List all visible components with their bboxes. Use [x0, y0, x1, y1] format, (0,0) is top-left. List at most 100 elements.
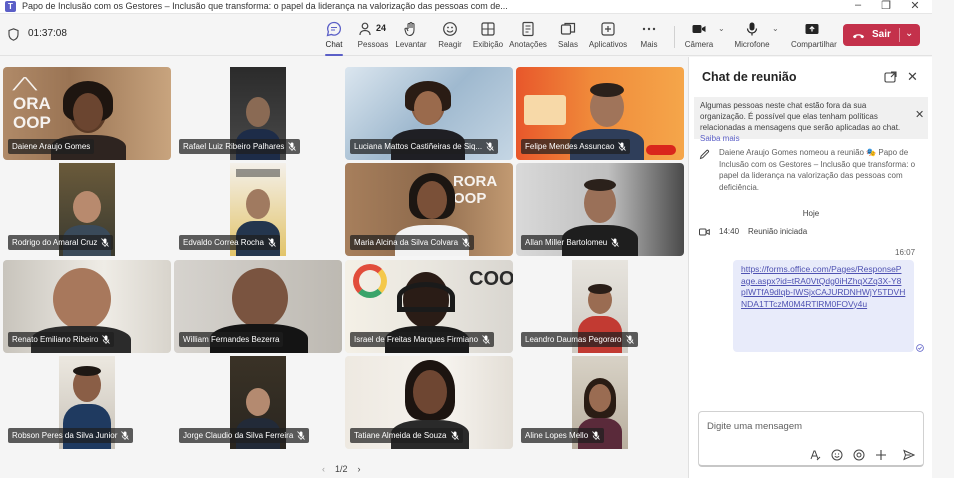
dismiss-banner-icon[interactable]: ✕ [915, 110, 924, 121]
participant-tile[interactable]: RORA OOP Maria Alcina da Silva Colvara [345, 163, 513, 256]
participant-face [246, 388, 270, 416]
react-icon [443, 22, 457, 36]
participant-name-label: Leandro Daumas Pegoraro [521, 332, 638, 347]
raise-hand-button[interactable]: Levantar [391, 19, 431, 53]
participant-face [73, 93, 103, 131]
react-label: Reagir [438, 40, 462, 49]
headphones-icon [397, 282, 455, 312]
notes-button[interactable]: Anotações [508, 19, 548, 53]
loop-component-icon[interactable] [853, 449, 865, 461]
participant-tile[interactable]: Edvaldo Correa Rocha [174, 163, 342, 256]
view-button[interactable]: Exibição [468, 19, 508, 53]
participant-face [246, 97, 270, 127]
participant-tile[interactable]: Luciana Mattos Castiñeiras de Siq... [345, 67, 513, 160]
view-icon [481, 22, 495, 36]
day-separator: Hoje [802, 209, 820, 218]
participant-tile[interactable]: Tatiane Almeida de Souza [345, 356, 513, 449]
meeting-start-text: Reunião iniciada [748, 227, 808, 236]
close-window-icon[interactable]: ✕ [905, 0, 925, 12]
share-icon [805, 24, 819, 34]
more-icon [642, 27, 656, 31]
camera-options-chevron-icon[interactable]: ⌄ [718, 24, 725, 33]
format-text-icon[interactable] [809, 449, 821, 461]
background-logo [353, 264, 387, 298]
background-logo: RORA OOP [453, 173, 498, 207]
toolbar-divider [674, 26, 675, 48]
participant-face [589, 384, 611, 412]
send-icon[interactable] [903, 449, 915, 461]
participant-tile[interactable]: Rafael Luiz Ribeiro Palhares [174, 67, 342, 160]
gallery-pager: ‹ 1/2 › [322, 464, 361, 474]
learn-more-link[interactable]: Saiba mais [700, 134, 740, 143]
close-chat-icon[interactable]: ✕ [907, 69, 918, 85]
pencil-icon [699, 149, 710, 160]
next-page-chevron-icon[interactable]: › [358, 464, 361, 474]
apps-label: Aplicativos [588, 40, 628, 49]
external-users-banner: Algumas pessoas neste chat estão fora da… [694, 97, 928, 143]
restore-icon[interactable]: ❐ [876, 0, 896, 12]
mic-off-icon [625, 335, 634, 344]
people-icon [359, 22, 371, 36]
meeting-toolbar: 01:37:08 Chat 24 Pessoas Levantar Reagir… [0, 14, 932, 56]
participant-name-label: Daiene Araujo Gomes [8, 139, 95, 154]
participant-tile[interactable]: Allan Miller Bartolomeu [516, 163, 684, 256]
participant-hair [73, 366, 101, 376]
participant-name-label: Robson Peres da Silva Junior [8, 428, 134, 443]
hang-up-icon [853, 34, 864, 39]
title-bar: T Papo de Inclusão com os Gestores – Inc… [0, 0, 932, 14]
camera-icon [692, 25, 706, 33]
participant-tile[interactable]: ⟋⟍ ORA OOP Daiene Araujo Gomes [3, 67, 171, 160]
participant-tile[interactable]: William Fernandes Bezerra [174, 260, 342, 353]
share-button[interactable]: Compartilhar [791, 19, 837, 53]
leave-options-chevron-icon[interactable]: ⌄ [905, 28, 913, 39]
forms-link[interactable]: https://forms.office.com/Pages/ResponseP… [741, 264, 906, 310]
mic-off-icon [102, 335, 111, 344]
participant-name-label: Rafael Luiz Ribeiro Palhares [179, 139, 301, 154]
react-button[interactable]: Reagir [430, 19, 470, 53]
mic-off-icon [486, 142, 494, 151]
message-composer[interactable]: Digite uma mensagem [698, 411, 924, 467]
more-button[interactable]: Mais [629, 19, 669, 53]
emoji-icon[interactable] [831, 449, 843, 461]
video-camera-icon [699, 228, 710, 236]
leave-divider [899, 28, 900, 42]
microphone-label: Microfone [734, 40, 770, 49]
previous-page-chevron-icon[interactable]: ‹ [322, 464, 325, 474]
page-indicator: 1/2 [335, 464, 348, 474]
chat-message-bubble: https://forms.office.com/Pages/ResponseP… [733, 260, 914, 352]
mic-options-chevron-icon[interactable]: ⌄ [772, 24, 779, 33]
participant-tile[interactable]: Robson Peres da Silva Junior [3, 356, 171, 449]
participant-tile[interactable]: Renato Emiliano Ribeiro [3, 260, 171, 353]
camera-button[interactable]: Câmera [679, 19, 719, 53]
participant-tile[interactable]: Aline Lopes Mello [516, 356, 684, 449]
add-icon[interactable] [875, 449, 887, 461]
meeting-start-time: 14:40 [719, 227, 740, 236]
message-input[interactable]: Digite uma mensagem [707, 421, 802, 432]
rooms-button[interactable]: Salas [548, 19, 588, 53]
people-label: Pessoas [357, 40, 389, 49]
minimize-icon[interactable]: – [848, 0, 868, 11]
leave-label: Sair [872, 29, 891, 40]
raise-hand-icon [404, 21, 415, 37]
mic-off-icon [268, 238, 276, 247]
raise-hand-label: Levantar [395, 40, 427, 49]
mic-off-icon [592, 431, 600, 440]
participant-name-label: Maria Alcina da Silva Colvara [350, 235, 475, 250]
microphone-button[interactable]: Microfone [732, 19, 772, 53]
mic-icon [746, 22, 758, 36]
mic-off-icon [611, 238, 620, 247]
people-button[interactable]: 24 Pessoas [353, 19, 393, 53]
participant-tile[interactable]: COO Israel de Freitas Marques Firmiano [345, 260, 513, 353]
apps-button[interactable]: Aplicativos [588, 19, 628, 53]
pop-out-icon[interactable] [884, 71, 897, 83]
leave-button[interactable]: Sair ⌄ [843, 24, 920, 46]
banner-text: Algumas pessoas neste chat estão fora da… [700, 101, 901, 132]
participant-face [73, 191, 101, 223]
participant-tile[interactable]: Felipe Mendes Assuncao [516, 67, 684, 160]
participant-name-label: Aline Lopes Mello [521, 428, 605, 443]
participant-name-label: Felipe Mendes Assuncao [521, 139, 631, 154]
participant-tile[interactable]: Rodrigo do Amaral Cruz [3, 163, 171, 256]
chat-button[interactable]: Chat [314, 19, 354, 56]
participant-tile[interactable]: Jorge Claudio da Silva Ferreira [174, 356, 342, 449]
participant-tile[interactable]: Leandro Daumas Pegoraro [516, 260, 684, 353]
